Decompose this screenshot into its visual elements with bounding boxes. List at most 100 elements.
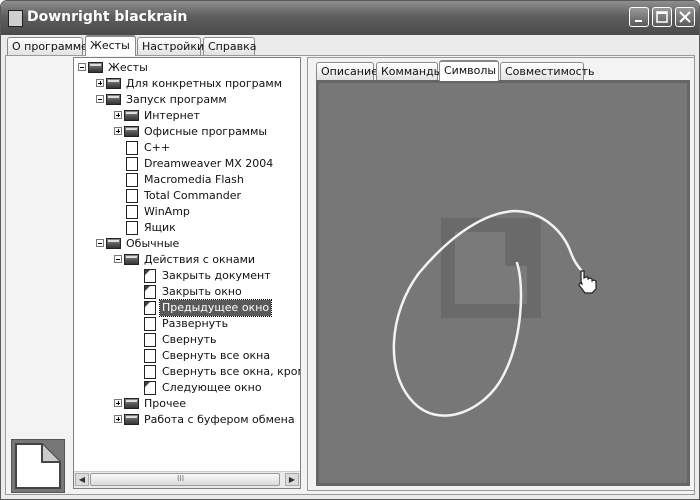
- tree-item[interactable]: Предыдущее окно: [74, 299, 300, 317]
- gesture-document-icon: [144, 381, 156, 395]
- expand-icon[interactable]: [114, 399, 122, 407]
- expand-icon[interactable]: [114, 415, 122, 423]
- tree-item-label: Закрыть документ: [162, 269, 271, 282]
- logo-icon: [15, 443, 61, 489]
- gesture-document-icon: [126, 141, 138, 155]
- tree-item[interactable]: Жесты: [74, 60, 300, 76]
- gesture-document-icon: [126, 221, 138, 235]
- tab-commands[interactable]: Комманды: [376, 62, 442, 80]
- tree-item[interactable]: Запуск программ: [74, 92, 300, 108]
- folder-icon: [88, 62, 103, 73]
- folder-icon: [124, 110, 139, 121]
- gesture-tree[interactable]: Жесты Для конкретных программ Запуск прогр…: [73, 57, 301, 489]
- tree-item-label: Жесты: [108, 61, 148, 74]
- gesture-document-icon: [144, 333, 156, 347]
- tree-item[interactable]: Свернуть все окна: [74, 348, 300, 364]
- tab-symbols[interactable]: Символы: [439, 60, 499, 81]
- tree-item[interactable]: Закрыть окно: [74, 284, 300, 300]
- tree-item[interactable]: Закрыть документ: [74, 268, 300, 284]
- tree-item-label: Dreamweaver MX 2004: [144, 157, 274, 170]
- tree-item-label: Свернуть все окна: [162, 349, 271, 362]
- gesture-document-icon: [126, 205, 138, 219]
- tree-item[interactable]: Dreamweaver MX 2004: [74, 156, 300, 172]
- tree-item-label: Закрыть окно: [162, 285, 242, 298]
- tree-item-label: Macromedia Flash: [144, 173, 244, 186]
- tree-item-label: Работа с буфером обмена: [144, 413, 295, 426]
- gesture-document-icon: [144, 301, 156, 315]
- gesture-document-icon: [126, 173, 138, 187]
- app-icon: [8, 10, 23, 27]
- tree-item[interactable]: Свернуть все окна, кроме ак: [74, 364, 300, 380]
- tree-item-label: WinAmp: [144, 205, 190, 218]
- tab-compatibility[interactable]: Совместимость: [500, 62, 595, 80]
- expand-icon[interactable]: [96, 79, 104, 87]
- gesture-document-icon: [126, 157, 138, 171]
- minimize-button[interactable]: [629, 7, 649, 27]
- tree-item[interactable]: C++: [74, 140, 300, 156]
- tree-item[interactable]: Обычные: [74, 236, 300, 252]
- tree-item-label: Для конкретных программ: [126, 77, 282, 90]
- tree-item-label: Интернет: [144, 109, 200, 122]
- gesture-detail-panel: Описание Комманды Символы Совместимость: [307, 57, 695, 491]
- tree-item[interactable]: Действия с окнами: [74, 252, 300, 268]
- folder-icon: [106, 94, 121, 105]
- scrollbar-thumb[interactable]: III: [90, 473, 280, 486]
- tree-item-label: Прочее: [144, 397, 187, 410]
- tree-item-label: Total Commander: [144, 189, 242, 202]
- tree-item[interactable]: Total Commander: [74, 188, 300, 204]
- gesture-document-icon: [144, 269, 156, 283]
- tree-item[interactable]: Прочее: [74, 396, 300, 412]
- tab-about[interactable]: О программе: [7, 37, 88, 55]
- tree-item-label: Следующее окно: [162, 381, 262, 394]
- folder-icon: [124, 254, 139, 265]
- tab-gestures[interactable]: Жесты: [85, 35, 136, 56]
- title-bar[interactable]: Downright blackrain: [1, 1, 699, 35]
- tree-item[interactable]: Ящик: [74, 220, 300, 236]
- folder-icon: [124, 126, 139, 137]
- tree-item-label: Действия с окнами: [144, 253, 256, 266]
- tree-item-label: Предыдущее окно: [158, 299, 273, 317]
- tree-item[interactable]: Macromedia Flash: [74, 172, 300, 188]
- tree-horizontal-scrollbar[interactable]: ◀ III ▶: [74, 471, 300, 488]
- gesture-document-icon: [144, 349, 156, 363]
- tab-description[interactable]: Описание: [316, 62, 378, 80]
- tree-item-label: Запуск программ: [126, 93, 227, 106]
- tree-item[interactable]: Свернуть: [74, 332, 300, 348]
- tab-settings[interactable]: Настройки: [137, 37, 204, 55]
- gesture-document-icon: [144, 317, 156, 331]
- scroll-right-arrow[interactable]: ▶: [285, 473, 299, 486]
- tree-item[interactable]: Следующее окно: [74, 380, 300, 396]
- collapse-icon[interactable]: [96, 95, 104, 103]
- tree-item-label: Офисные программы: [144, 125, 268, 138]
- tree-item[interactable]: Работа с буфером обмена: [74, 412, 300, 428]
- folder-icon: [106, 78, 121, 89]
- folder-icon: [106, 238, 121, 249]
- collapse-icon[interactable]: [78, 63, 86, 71]
- tree-item[interactable]: Для конкретных программ: [74, 76, 300, 92]
- folder-icon: [124, 398, 139, 409]
- expand-icon[interactable]: [114, 111, 122, 119]
- hand-cursor-icon: [578, 270, 597, 294]
- maximize-button[interactable]: [652, 7, 672, 27]
- gesture-canvas[interactable]: [316, 80, 690, 486]
- close-icon: [679, 11, 691, 23]
- tree-item[interactable]: WinAmp: [74, 204, 300, 220]
- tree-item[interactable]: Интернет: [74, 108, 300, 124]
- tree-item-label: Ящик: [144, 221, 176, 234]
- expand-icon[interactable]: [114, 127, 122, 135]
- close-button[interactable]: [675, 7, 695, 27]
- tree-item-label: Развернуть: [162, 317, 229, 330]
- window-title: Downright blackrain: [27, 9, 188, 25]
- gesture-document-icon: [126, 189, 138, 203]
- collapse-icon[interactable]: [114, 255, 122, 263]
- tab-help[interactable]: Справка: [203, 37, 256, 55]
- program-logo: [11, 439, 65, 493]
- tree-item-label: Свернуть все окна, кроме ак: [162, 365, 300, 378]
- tree-item[interactable]: Развернуть: [74, 316, 300, 332]
- folder-icon: [124, 414, 139, 425]
- collapse-icon[interactable]: [96, 239, 104, 247]
- minimize-icon: [635, 20, 642, 22]
- gesture-document-icon: [144, 365, 156, 379]
- tree-item[interactable]: Офисные программы: [74, 124, 300, 140]
- scroll-left-arrow[interactable]: ◀: [75, 473, 89, 486]
